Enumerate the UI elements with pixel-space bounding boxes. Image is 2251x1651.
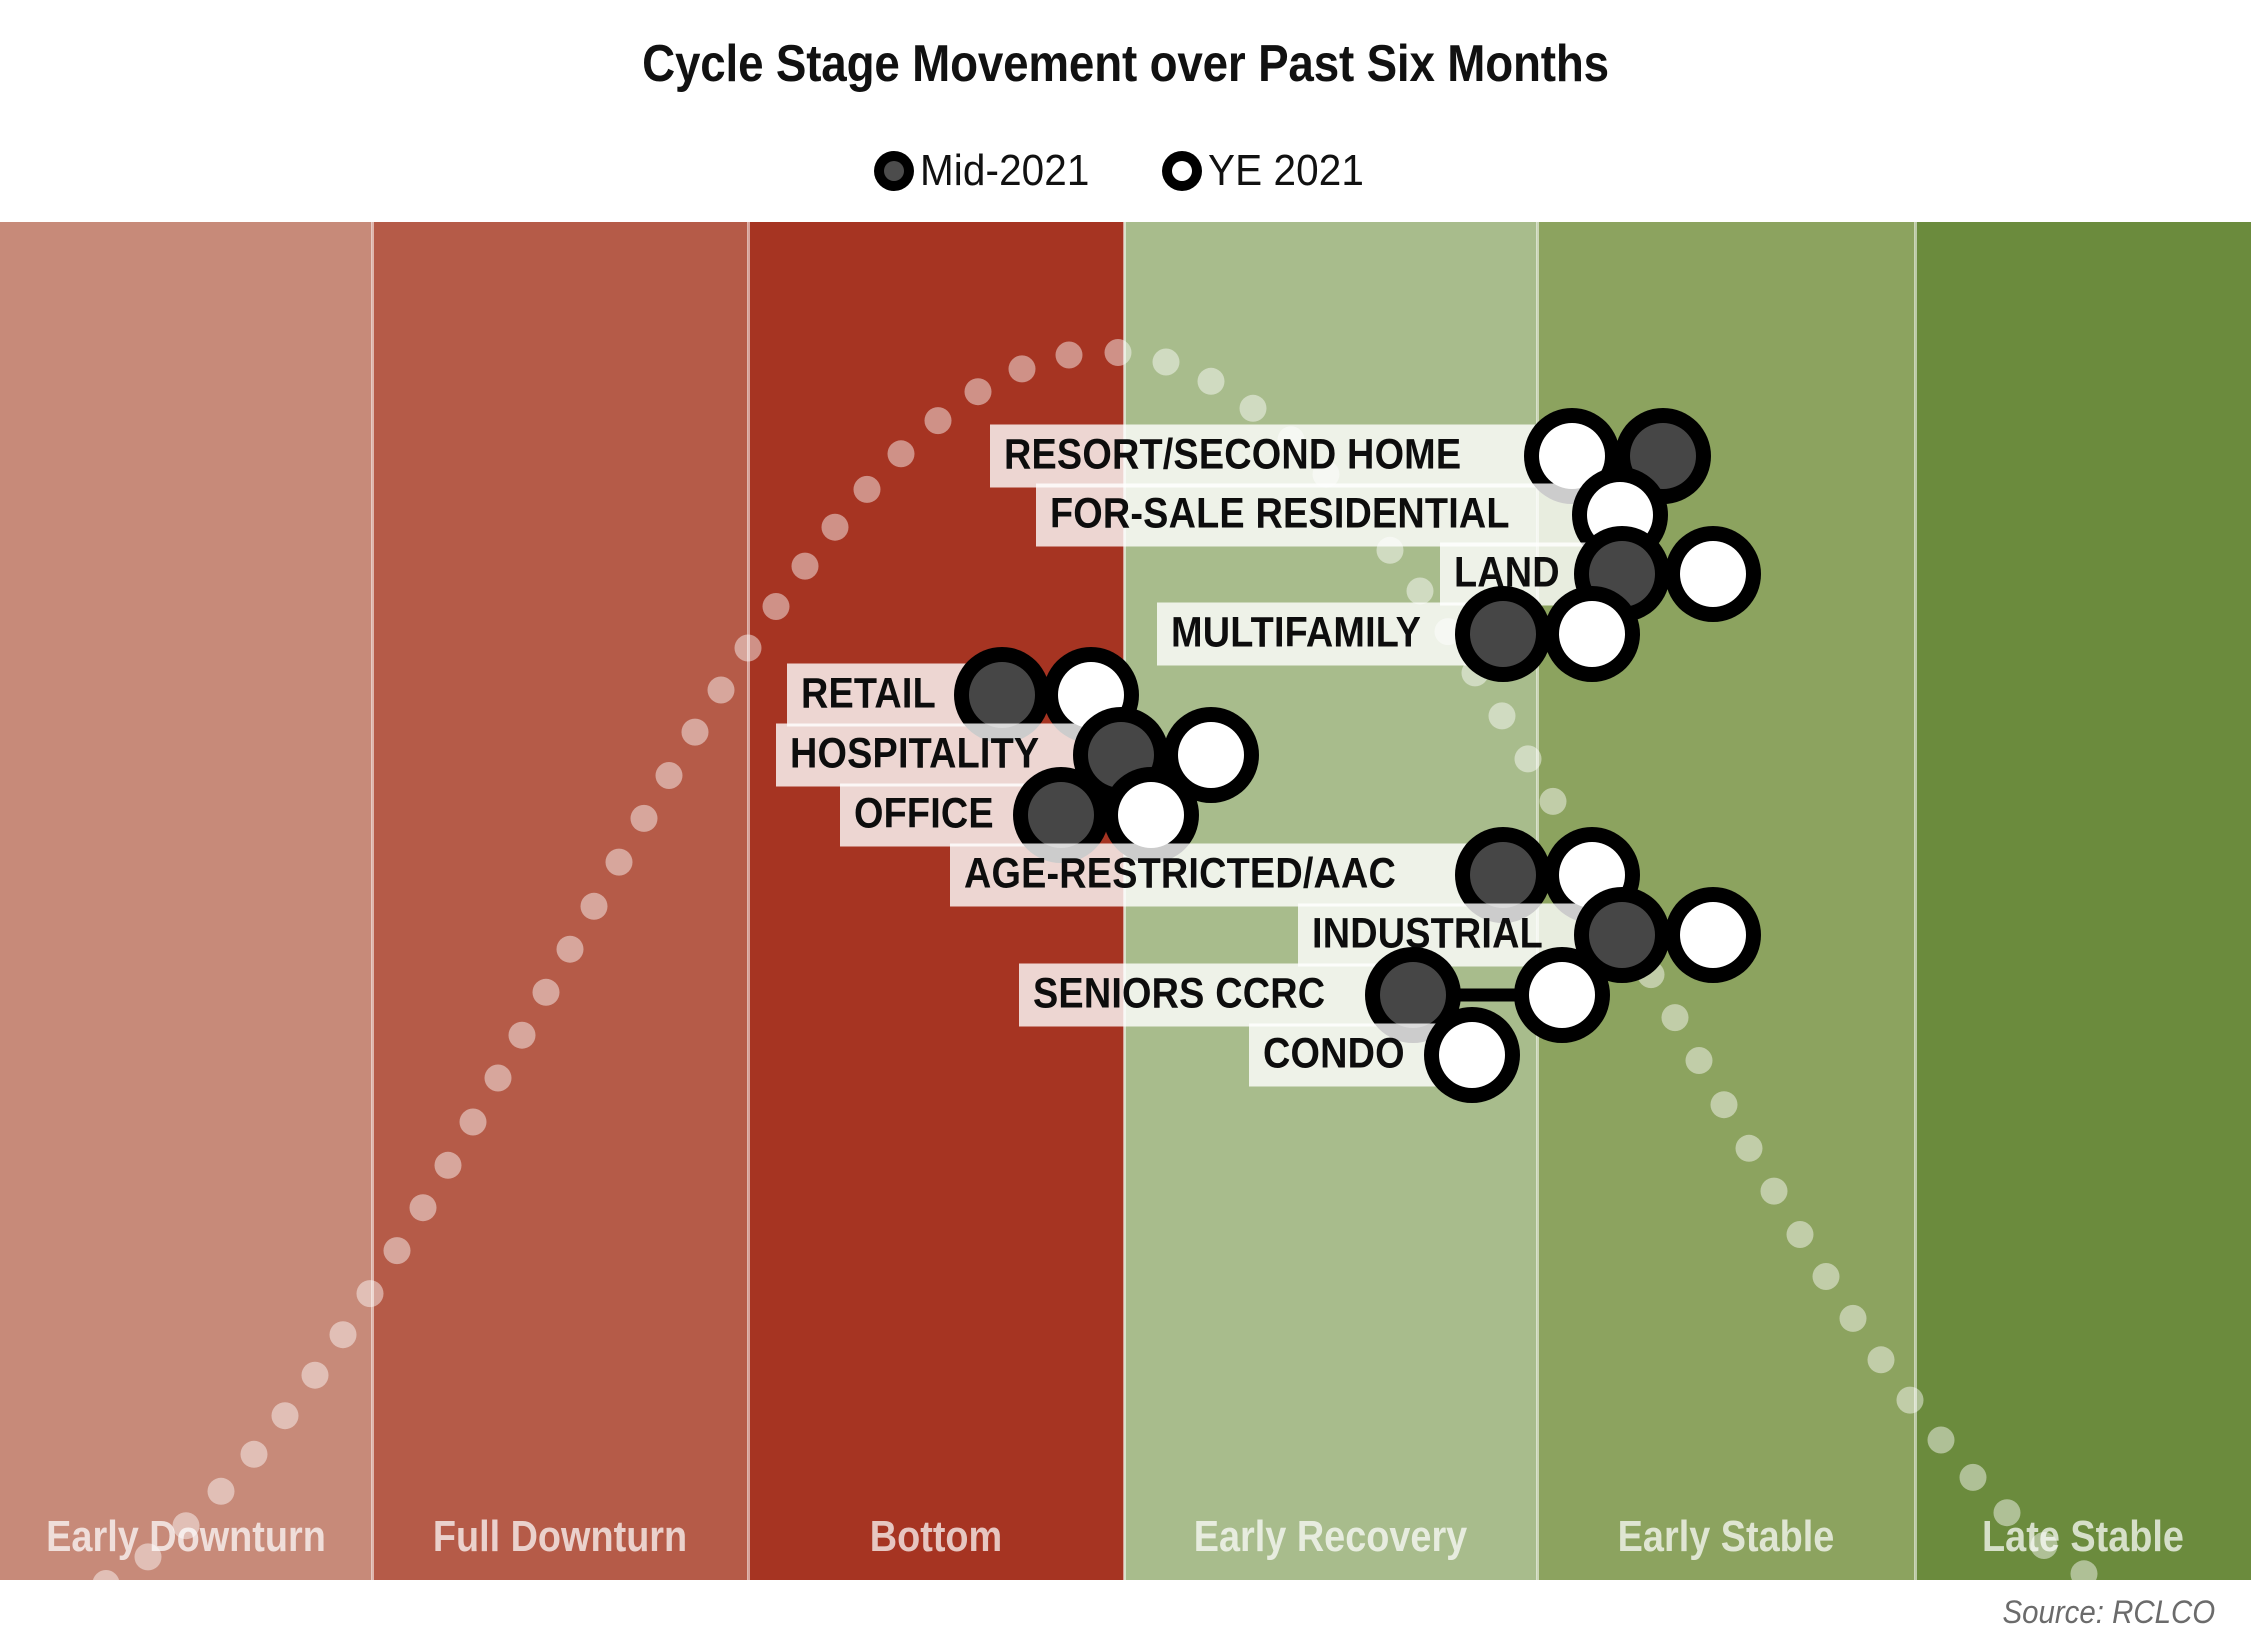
dark-circle-icon	[1028, 782, 1094, 848]
marker-ye-2021-multifamily[interactable]	[1544, 586, 1640, 682]
band-label-full-downturn: Full Downturn	[432, 1512, 688, 1561]
sector-label-for-sale-residential: FOR-SALE RESIDENTIAL	[1035, 483, 1586, 547]
stage-band-late-stable	[1915, 222, 2251, 1580]
white-circle-icon	[1680, 541, 1746, 607]
sector-label-retail: RETAIL	[786, 663, 968, 727]
white-circle-icon	[1178, 722, 1244, 788]
sector-label-text: RESORT/SECOND HOME	[1004, 430, 1462, 479]
white-circle-icon	[1439, 1022, 1505, 1088]
stage-band-early-downturn	[0, 222, 372, 1580]
sector-label-age-restricted-aac: AGE-RESTRICTED/AAC	[950, 843, 1469, 907]
sector-label-text: AGE-RESTRICTED/AAC	[964, 849, 1397, 898]
legend-item-ye-2021: YE 2021	[1161, 146, 1378, 196]
source-attribution: Source: RCLCO	[2002, 1594, 2215, 1630]
marker-ye-2021-industrial[interactable]	[1665, 887, 1761, 983]
stage-band-full-downturn	[372, 222, 748, 1580]
dark-circle-icon	[1589, 902, 1655, 968]
white-circle-icon	[1680, 902, 1746, 968]
band-label-early-recovery: Early Recovery	[1193, 1512, 1468, 1561]
white-circle-icon	[1118, 782, 1184, 848]
sector-label-office: OFFICE	[840, 783, 1027, 847]
sector-label-text: SENIORS CCRC	[1032, 969, 1326, 1018]
white-circle-icon	[1559, 601, 1625, 667]
band-divider	[747, 222, 750, 1580]
chart-footer: Source: RCLCO	[0, 1580, 2251, 1651]
marker-mid-2021-multifamily[interactable]	[1455, 586, 1551, 682]
band-divider	[371, 222, 374, 1580]
filled-white-circle-icon	[1161, 151, 1202, 191]
band-divider	[1914, 222, 1917, 1580]
sector-label-text: RETAIL	[800, 669, 936, 718]
white-circle-icon	[1529, 962, 1595, 1028]
band-label-bottom: Bottom	[869, 1512, 1003, 1561]
sector-label-text: OFFICE	[854, 789, 994, 838]
dark-circle-icon	[1470, 842, 1536, 908]
chart-header: Cycle Stage Movement over Past Six Month…	[0, 0, 2251, 222]
sector-label-text: FOR-SALE RESIDENTIAL	[1049, 489, 1510, 538]
sector-label-multifamily: MULTIFAMILY	[1156, 602, 1469, 666]
marker-ye-2021-seniors-ccrc[interactable]	[1514, 947, 1610, 1043]
legend: Mid-2021 YE 2021	[0, 140, 2251, 202]
marker-ye-2021-condo[interactable]	[1424, 1007, 1520, 1103]
sector-label-text: MULTIFAMILY	[1170, 608, 1421, 657]
sector-label-text: HOSPITALITY	[789, 729, 1040, 778]
band-label-early-downturn: Early Downturn	[46, 1512, 326, 1561]
sector-label-seniors-ccrc: SENIORS CCRC	[1018, 963, 1379, 1027]
band-label-late-stable: Late Stable	[1982, 1512, 2184, 1561]
band-label-early-stable: Early Stable	[1617, 1512, 1835, 1561]
sector-label-resort-second-home: RESORT/SECOND HOME	[990, 424, 1538, 488]
cycle-chart-plot: Early Downturn Full Downturn Bottom Early R…	[0, 222, 2251, 1580]
filled-dark-circle-icon	[873, 151, 914, 191]
marker-ye-2021-land[interactable]	[1665, 526, 1761, 622]
sector-label-condo: CONDO	[1248, 1023, 1438, 1087]
legend-label-mid-2021: Mid-2021	[919, 146, 1090, 195]
dark-circle-icon	[1470, 601, 1536, 667]
legend-item-mid-2021: Mid-2021	[873, 146, 1104, 196]
dark-circle-icon	[969, 662, 1035, 728]
page-title: Cycle Stage Movement over Past Six Month…	[642, 35, 1609, 93]
dark-circle-icon	[1380, 962, 1446, 1028]
sector-label-text: CONDO	[1262, 1029, 1405, 1078]
legend-label-ye-2021: YE 2021	[1207, 146, 1364, 195]
